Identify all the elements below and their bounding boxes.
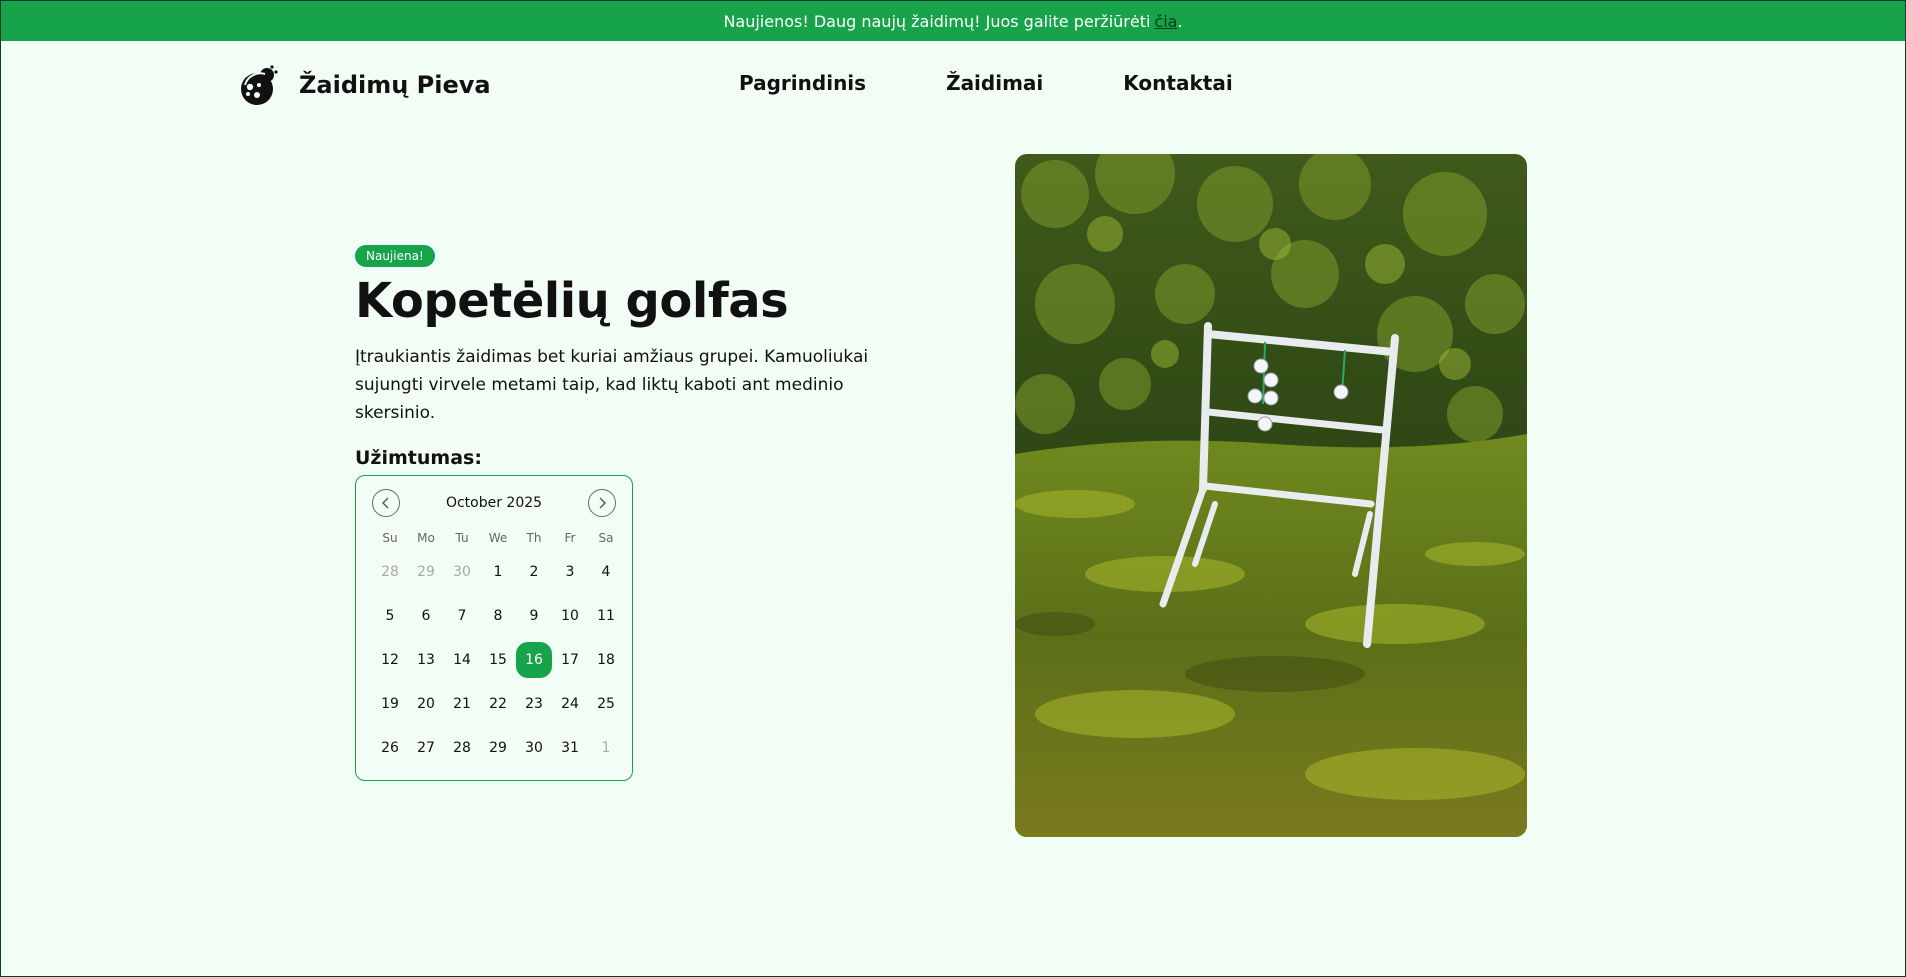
calendar-day[interactable]: 30: [444, 550, 480, 594]
calendar-day[interactable]: 29: [408, 550, 444, 594]
weekday-label: Sa: [598, 531, 614, 545]
calendar-day[interactable]: 17: [552, 638, 588, 682]
calendar-day[interactable]: 4: [588, 550, 624, 594]
weekday-label: Fr: [564, 531, 576, 545]
calendar-day[interactable]: 23: [516, 682, 552, 726]
calendar-day[interactable]: 13: [408, 638, 444, 682]
occupancy-label: Užimtumas:: [355, 447, 482, 469]
calendar-day[interactable]: 1: [588, 726, 624, 770]
calendar-day[interactable]: 22: [480, 682, 516, 726]
announcement-banner: Naujienos! Daug naujų žaidimų! Juos gali…: [1, 1, 1905, 41]
calendar-day[interactable]: 5: [372, 594, 408, 638]
nav-contacts[interactable]: Kontaktai: [1123, 71, 1232, 95]
chevron-left-icon: [382, 497, 389, 509]
site-name: Žaidimų Pieva: [299, 71, 491, 99]
calendar-day[interactable]: 2: [516, 550, 552, 594]
game-photo: [1015, 154, 1527, 837]
calendar-day[interactable]: 27: [408, 726, 444, 770]
next-month-button[interactable]: [587, 489, 616, 517]
ladybug-logo-icon: [241, 65, 278, 105]
calendar-day[interactable]: 1: [480, 550, 516, 594]
game-description: Įtraukiantis žaidimas bet kuriai amžiaus…: [355, 347, 869, 423]
calendar-day[interactable]: 19: [372, 682, 408, 726]
calendar-day[interactable]: 18: [588, 638, 624, 682]
calendar-day[interactable]: 10: [552, 594, 588, 638]
availability-calendar: October 2025 Su Mo Tu We Th Fr Sa 28 29 30 1 2 3 4 5 6 7…: [355, 475, 633, 781]
calendar-day[interactable]: 21: [444, 682, 480, 726]
calendar-day[interactable]: 9: [516, 594, 552, 638]
banner-text: Naujienos! Daug naujų žaidimų! Juos gali…: [723, 11, 1151, 31]
game-title: Kopetėlių golfas: [355, 273, 789, 329]
banner-link[interactable]: čia: [1154, 12, 1177, 31]
calendar-day[interactable]: 14: [444, 638, 480, 682]
ladder-golf-image: [1015, 154, 1527, 837]
calendar-day[interactable]: 29: [480, 726, 516, 770]
calendar-day[interactable]: 11: [588, 594, 624, 638]
weekday-label: We: [488, 531, 508, 545]
calendar-day[interactable]: 28: [372, 550, 408, 594]
calendar-header: October 2025: [372, 488, 616, 518]
calendar-day[interactable]: 3: [552, 550, 588, 594]
prev-month-button[interactable]: [372, 489, 400, 517]
calendar-day[interactable]: 8: [480, 594, 516, 638]
hero-content: Naujiena! Kopetėlių golfas Įtraukiantis …: [355, 245, 915, 781]
weekday-label: Mo: [417, 531, 435, 545]
calendar-grid: Su Mo Tu We Th Fr Sa 28 29 30 1 2 3 4 5 6 7 8 9 10 11 12 13 14 1…: [372, 526, 616, 770]
banner-end: .: [1177, 11, 1183, 31]
nav-games[interactable]: Žaidimai: [946, 71, 1043, 95]
calendar-day[interactable]: 26: [372, 726, 408, 770]
calendar-day-selected[interactable]: 16: [516, 638, 552, 682]
calendar-month: October 2025: [445, 495, 543, 511]
calendar-day[interactable]: 7: [444, 594, 480, 638]
calendar-day[interactable]: 31: [552, 726, 588, 770]
nav-home[interactable]: Pagrindinis: [739, 71, 866, 95]
calendar-day[interactable]: 30: [516, 726, 552, 770]
chevron-right-icon: [599, 497, 606, 509]
logo[interactable]: Žaidimų Pieva: [237, 63, 491, 107]
calendar-day[interactable]: 15: [480, 638, 516, 682]
calendar-day[interactable]: 25: [588, 682, 624, 726]
new-badge: Naujiena!: [355, 245, 435, 267]
calendar-day[interactable]: 20: [408, 682, 444, 726]
calendar-day[interactable]: 24: [552, 682, 588, 726]
calendar-day[interactable]: 6: [408, 594, 444, 638]
main-nav: Pagrindinis Žaidimai Kontaktai: [739, 71, 1313, 95]
weekday-label: Su: [382, 531, 398, 545]
site-header: Žaidimų Pieva Pagrindinis Žaidimai Konta…: [1, 41, 1905, 125]
selected-day-marker: 16: [516, 642, 552, 678]
weekday-label: Th: [526, 531, 542, 545]
weekday-label: Tu: [455, 531, 469, 545]
calendar-day[interactable]: 12: [372, 638, 408, 682]
calendar-day[interactable]: 28: [444, 726, 480, 770]
